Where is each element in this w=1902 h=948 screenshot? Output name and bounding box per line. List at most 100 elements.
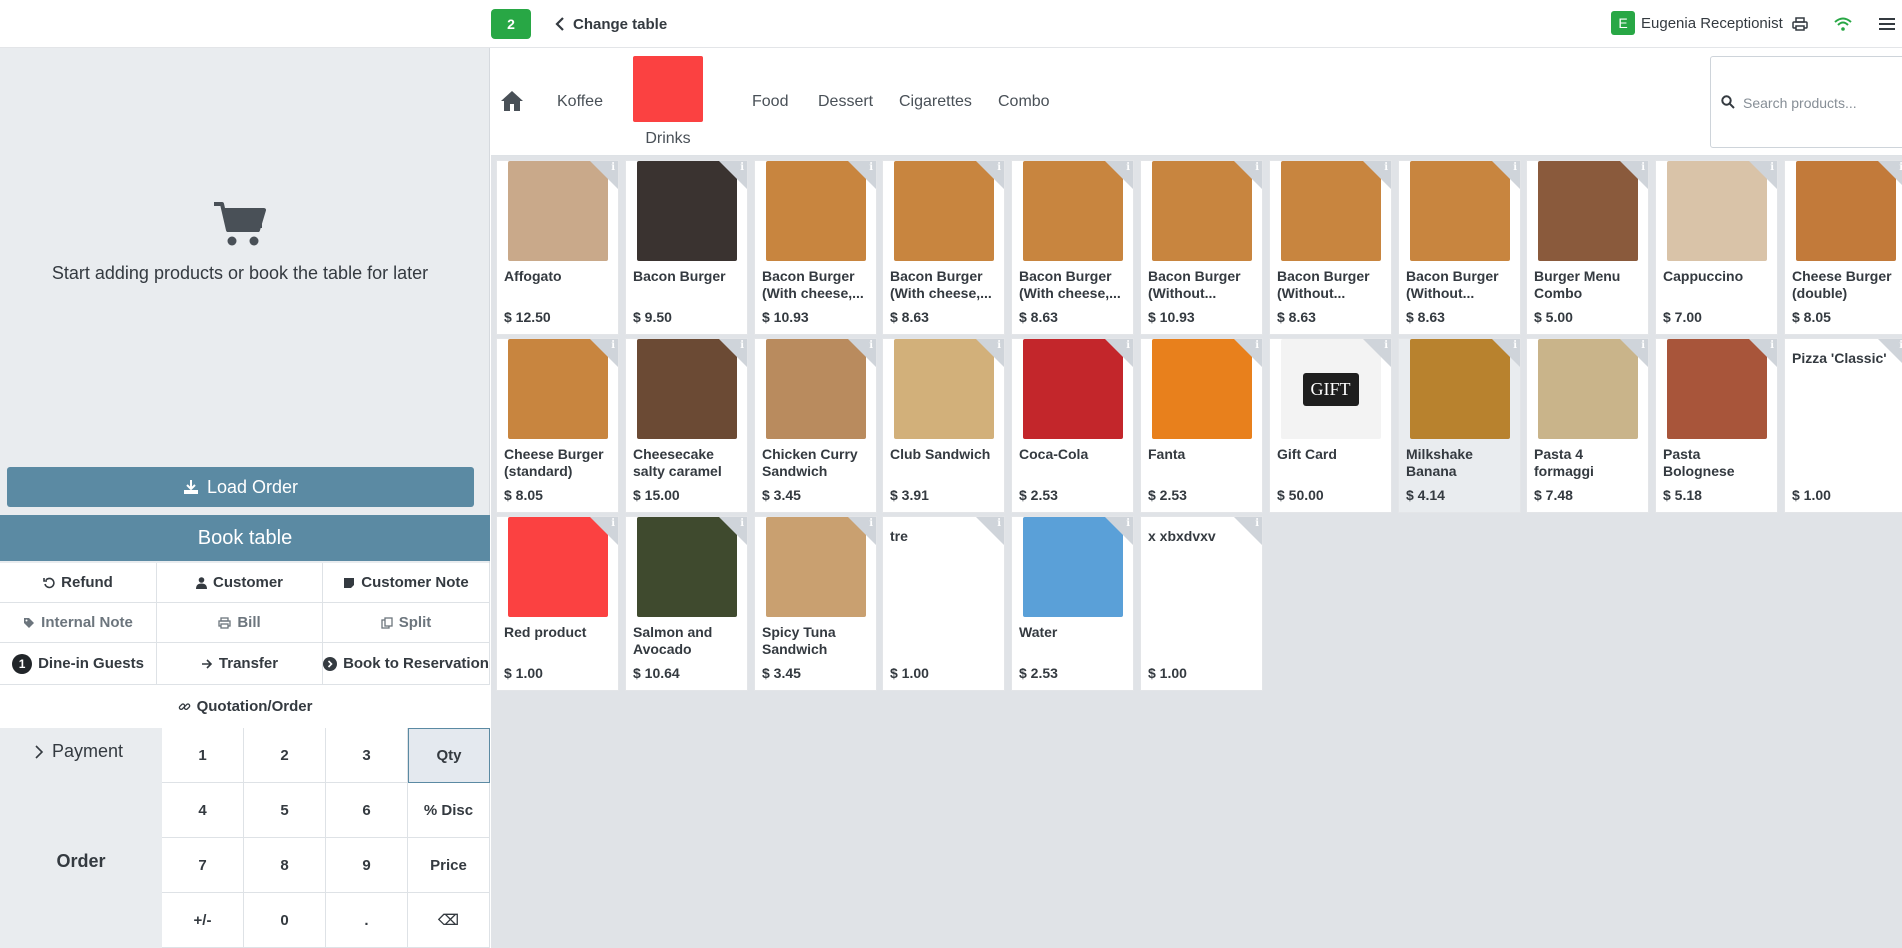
product-card[interactable]: i Affogato $ 12.50: [496, 160, 619, 335]
info-icon[interactable]: i: [611, 162, 615, 173]
info-icon[interactable]: i: [740, 518, 744, 529]
category-dessert[interactable]: Dessert: [818, 93, 873, 111]
numpad-sign-button[interactable]: +/-: [162, 893, 244, 948]
internal-note-label: Internal Note: [41, 614, 133, 631]
numpad-qty-button[interactable]: Qty: [408, 728, 490, 783]
action-row-3: 1 Dine-in Guests Transfer Book to Reserv…: [0, 643, 490, 685]
product-card[interactable]: iCheese Burger (double)$ 8.05: [1784, 160, 1902, 335]
numpad-key-3[interactable]: 3: [326, 728, 408, 783]
product-card[interactable]: i Bacon Burger (Without... $ 8.63: [1398, 160, 1521, 335]
quotation-order-button[interactable]: Quotation/Order: [0, 685, 490, 729]
product-card[interactable]: i Spicy Tuna Sandwich $ 3.45: [754, 516, 877, 691]
change-table-button[interactable]: Change table: [555, 12, 667, 36]
info-icon[interactable]: i: [1126, 162, 1130, 173]
product-card[interactable]: i Fanta $ 2.53: [1140, 338, 1263, 513]
product-card[interactable]: i Burger Menu Combo $ 5.00: [1526, 160, 1649, 335]
numpad-key-5[interactable]: 5: [244, 783, 326, 838]
refund-button[interactable]: Refund: [0, 563, 157, 603]
info-icon[interactable]: i: [1641, 340, 1645, 351]
hamburger-menu-icon[interactable]: [1876, 13, 1898, 35]
product-card[interactable]: i Bacon Burger (With cheese,... $ 10.93: [754, 160, 877, 335]
search-input[interactable]: [1743, 91, 1902, 115]
info-icon[interactable]: i: [1255, 162, 1259, 173]
product-card[interactable]: i Bacon Burger (With cheese,... $ 8.63: [882, 160, 1005, 335]
customer-note-button[interactable]: Customer Note: [323, 563, 490, 603]
product-card[interactable]: i Coca-Cola $ 2.53: [1011, 338, 1134, 513]
product-card[interactable]: ix xbxdvxv $ 1.00: [1140, 516, 1263, 691]
info-icon[interactable]: i: [997, 162, 1001, 173]
category-drinks[interactable]: Drinks: [632, 56, 704, 148]
numpad-decimal-button[interactable]: .: [326, 893, 408, 948]
numpad-key-0[interactable]: 0: [244, 893, 326, 948]
product-card[interactable]: i Red product $ 1.00: [496, 516, 619, 691]
internal-note-button[interactable]: Internal Note: [0, 603, 157, 643]
category-cigarettes[interactable]: Cigarettes: [899, 93, 972, 111]
product-card[interactable]: i Milkshake Banana $ 4.14: [1398, 338, 1521, 513]
numpad-price-button[interactable]: Price: [408, 838, 490, 893]
info-icon[interactable]: i: [1513, 162, 1517, 173]
category-koffee[interactable]: Koffee: [557, 93, 603, 111]
product-card[interactable]: i Bacon Burger (With cheese,... $ 8.63: [1011, 160, 1134, 335]
info-icon[interactable]: i: [1770, 162, 1774, 173]
info-icon[interactable]: i: [1126, 340, 1130, 351]
info-icon[interactable]: i: [1126, 518, 1130, 529]
numpad-discount-button[interactable]: % Disc: [408, 783, 490, 838]
numpad-key-4[interactable]: 4: [162, 783, 244, 838]
numpad-key-7[interactable]: 7: [162, 838, 244, 893]
info-icon[interactable]: i: [611, 340, 615, 351]
product-card[interactable]: i Pasta Bolognese $ 5.18: [1655, 338, 1778, 513]
category-food[interactable]: Food: [752, 93, 788, 111]
product-card[interactable]: i Bacon Burger (Without... $ 10.93: [1140, 160, 1263, 335]
info-icon[interactable]: i: [1384, 340, 1388, 351]
customer-button[interactable]: Customer: [157, 563, 323, 603]
numpad-key-8[interactable]: 8: [244, 838, 326, 893]
product-price: $ 15.00: [633, 487, 680, 503]
product-search-box[interactable]: [1710, 56, 1902, 148]
product-card[interactable]: i Cheesecake salty caramel $ 15.00: [625, 338, 748, 513]
product-name: Bacon Burger (Without...: [1148, 268, 1241, 301]
numpad-key-6[interactable]: 6: [326, 783, 408, 838]
numpad-key-1[interactable]: 1: [162, 728, 244, 783]
product-card[interactable]: i Salmon and Avocado $ 10.64: [625, 516, 748, 691]
table-number-badge[interactable]: 2: [491, 9, 531, 39]
product-card[interactable]: i Cheese Burger (standard) $ 8.05: [496, 338, 619, 513]
product-card[interactable]: i tre $ 1.00: [882, 516, 1005, 691]
info-icon[interactable]: i: [1255, 340, 1259, 351]
info-icon[interactable]: i: [869, 340, 873, 351]
wifi-icon[interactable]: [1832, 13, 1854, 35]
product-card[interactable]: i Cappuccino $ 7.00: [1655, 160, 1778, 335]
product-card[interactable]: GIFT i Gift Card $ 50.00: [1269, 338, 1392, 513]
product-card[interactable]: i Bacon Burger $ 9.50: [625, 160, 748, 335]
category-combo[interactable]: Combo: [998, 93, 1050, 111]
numpad-key-9[interactable]: 9: [326, 838, 408, 893]
bill-button[interactable]: Bill: [157, 603, 323, 643]
info-icon[interactable]: i: [869, 162, 873, 173]
product-card[interactable]: i Club Sandwich $ 3.91: [882, 338, 1005, 513]
home-icon[interactable]: [500, 90, 524, 112]
transfer-button[interactable]: Transfer: [157, 643, 323, 685]
printer-icon[interactable]: [1789, 13, 1811, 35]
numpad-backspace-button[interactable]: ⌫: [408, 893, 490, 948]
info-icon[interactable]: i: [997, 340, 1001, 351]
book-to-reservation-button[interactable]: Book to Reservation: [323, 643, 490, 685]
info-icon[interactable]: i: [1770, 340, 1774, 351]
info-icon[interactable]: i: [1641, 162, 1645, 173]
info-icon[interactable]: i: [869, 518, 873, 529]
info-icon[interactable]: i: [740, 340, 744, 351]
product-card[interactable]: i Water $ 2.53: [1011, 516, 1134, 691]
info-icon[interactable]: i: [611, 518, 615, 529]
product-card[interactable]: i Pasta 4 formaggi $ 7.48: [1526, 338, 1649, 513]
product-card[interactable]: i Bacon Burger (Without... $ 8.63: [1269, 160, 1392, 335]
book-table-button[interactable]: Book table: [0, 515, 490, 561]
info-icon[interactable]: i: [1384, 162, 1388, 173]
payment-button[interactable]: Payment: [0, 728, 162, 774]
split-button[interactable]: Split: [323, 603, 490, 643]
dine-in-guests-button[interactable]: 1 Dine-in Guests: [0, 643, 157, 685]
info-icon[interactable]: i: [1513, 340, 1517, 351]
product-card[interactable]: iPizza 'Classic'$ 1.00: [1784, 338, 1902, 513]
info-icon[interactable]: i: [740, 162, 744, 173]
numpad-key-2[interactable]: 2: [244, 728, 326, 783]
product-card[interactable]: i Chicken Curry Sandwich $ 3.45: [754, 338, 877, 513]
user-menu[interactable]: E Eugenia Receptionist: [1611, 11, 1783, 35]
load-order-button[interactable]: Load Order: [7, 467, 474, 507]
